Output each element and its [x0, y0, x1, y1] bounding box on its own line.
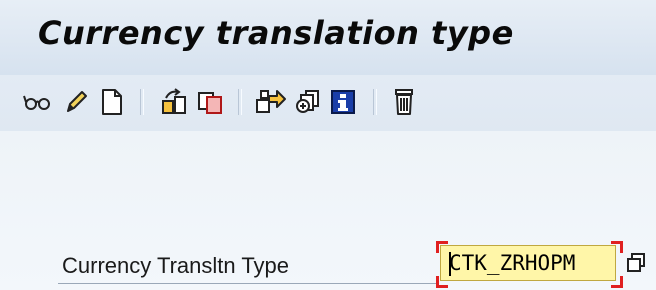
- field-label-underline: [58, 283, 438, 284]
- copy-icon[interactable]: [194, 86, 226, 118]
- toolbar-separator: [140, 89, 144, 115]
- focus-frame-corner: [436, 276, 448, 288]
- glasses-icon[interactable]: [22, 86, 54, 118]
- title-bar: Currency translation type: [0, 0, 656, 75]
- where-used-icon[interactable]: [292, 86, 324, 118]
- focus-frame-corner: [611, 276, 623, 288]
- information-icon[interactable]: [327, 86, 359, 118]
- other-object-icon[interactable]: [158, 86, 190, 118]
- page-title: Currency translation type: [38, 14, 514, 52]
- toolbar-separator: [373, 89, 377, 115]
- focus-frame-corner: [436, 241, 448, 253]
- text-cursor: [449, 252, 451, 276]
- new-document-icon[interactable]: [96, 86, 128, 118]
- field-label: Currency Transltn Type: [62, 253, 290, 278]
- focus-frame-corner: [611, 241, 623, 253]
- pencil-icon[interactable]: [60, 86, 92, 118]
- value-help-icon[interactable]: [624, 247, 648, 279]
- toolbar-separator: [238, 89, 242, 115]
- transport-icon[interactable]: [255, 86, 287, 118]
- application-toolbar: [0, 75, 656, 131]
- delete-icon[interactable]: [388, 86, 420, 118]
- currency-translation-type-input[interactable]: CTK_ZRHOPM: [440, 245, 616, 281]
